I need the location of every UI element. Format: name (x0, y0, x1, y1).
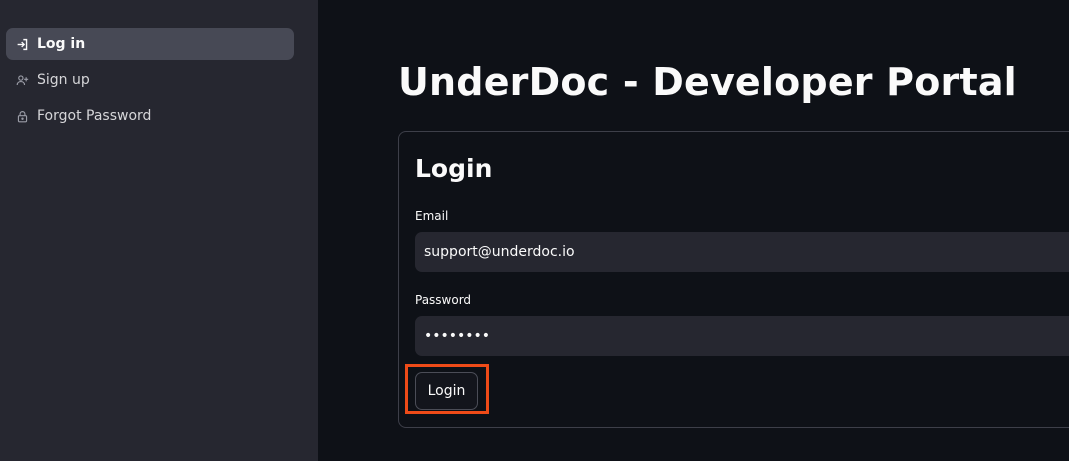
sidebar-item-sign-up[interactable]: Sign up (6, 64, 294, 96)
lock-icon (15, 109, 29, 123)
sidebar-item-label: Log in (37, 36, 86, 52)
sidebar-item-log-in[interactable]: Log in (6, 28, 294, 60)
form-title: Login (415, 154, 493, 183)
password-field[interactable] (415, 316, 1069, 356)
email-field[interactable] (415, 232, 1069, 272)
sidebar-item-label: Sign up (37, 72, 90, 88)
sidebar: Log in Sign up Forgot Password (0, 0, 318, 461)
person-add-icon (15, 73, 29, 87)
email-label: Email (415, 209, 449, 223)
main-content: UnderDoc - Developer Portal Login Email … (318, 0, 1069, 461)
login-button[interactable]: Login (415, 372, 478, 410)
login-form: Login Email Password Login (398, 131, 1069, 428)
sidebar-item-forgot-password[interactable]: Forgot Password (6, 100, 294, 132)
login-icon (15, 37, 29, 51)
app-window: Log in Sign up Forgot Password UnderDoc … (0, 0, 1069, 461)
page-title: UnderDoc - Developer Portal (398, 60, 1017, 104)
password-label: Password (415, 293, 472, 307)
sidebar-item-label: Forgot Password (37, 108, 152, 124)
